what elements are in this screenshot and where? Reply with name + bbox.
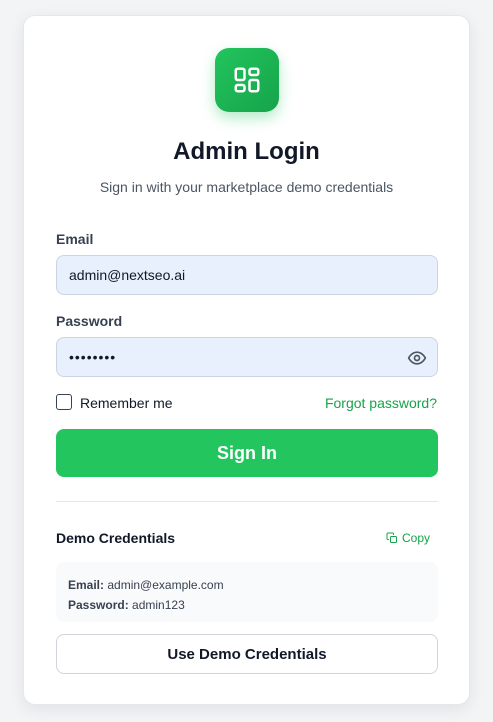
demo-password-key: Password:	[68, 598, 129, 612]
sign-in-label: Sign In	[217, 442, 277, 463]
use-demo-label: Use Demo Credentials	[167, 645, 327, 663]
demo-password-value: admin123	[132, 598, 185, 612]
app-logo	[215, 48, 279, 112]
remember-label: Remember me	[80, 395, 173, 411]
demo-email-row: Email: admin@example.com	[68, 575, 426, 595]
remember-checkbox[interactable]	[56, 394, 72, 410]
password-value: ••••••••	[69, 349, 117, 365]
email-label: Email	[56, 231, 94, 247]
password-label: Password	[56, 313, 123, 329]
copy-label: Copy	[402, 531, 431, 545]
page-title: Admin Login	[173, 138, 320, 165]
divider	[56, 501, 438, 502]
demo-email-value: admin@example.com	[107, 578, 224, 592]
page-subtitle: Sign in with your marketplace demo crede…	[99, 179, 394, 195]
demo-password-row: Password: admin123	[68, 595, 426, 615]
sign-in-button[interactable]: Sign In	[56, 429, 438, 477]
password-field[interactable]: ••••••••	[56, 337, 438, 377]
email-field[interactable]: admin@nextseo.ai	[56, 255, 438, 295]
login-card: Admin Login Sign in with your marketplac…	[23, 15, 470, 705]
dashboard-grid-icon	[234, 67, 260, 93]
copy-button[interactable]: Copy	[386, 531, 430, 545]
email-value: admin@nextseo.ai	[69, 267, 186, 283]
demo-email-key: Email:	[68, 578, 105, 592]
eye-icon[interactable]	[407, 348, 427, 368]
forgot-password-link[interactable]: Forgot password?	[325, 395, 437, 411]
demo-credentials-title: Demo Credentials	[56, 530, 176, 546]
use-demo-credentials-button[interactable]: Use Demo Credentials	[56, 634, 438, 674]
demo-credentials-box: Email: admin@example.com Password: admin…	[56, 562, 438, 622]
copy-icon	[386, 532, 397, 543]
